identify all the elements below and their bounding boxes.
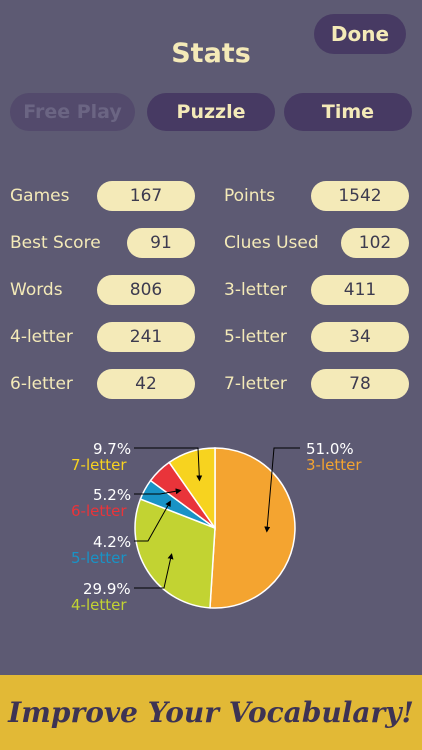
pie-percent-3-letter: 51.0% bbox=[306, 440, 354, 458]
four-letter-value: 241 bbox=[97, 322, 195, 352]
pie-category-6-letter: 6-letter bbox=[71, 502, 127, 520]
pie-percent-4-letter: 29.9% bbox=[83, 580, 131, 598]
pie-category-3-letter: 3-letter bbox=[306, 456, 362, 474]
pie-slice-3-letter bbox=[209, 447, 296, 609]
best-score-label: Best Score bbox=[10, 233, 101, 253]
promo-banner-text: Improve Your Vocabulary! bbox=[8, 696, 414, 729]
seven-letter-label: 7-letter bbox=[224, 374, 287, 394]
seven-letter-value: 78 bbox=[311, 369, 409, 399]
four-letter-label: 4-letter bbox=[10, 327, 73, 347]
tab-free-play[interactable]: Free Play bbox=[10, 93, 135, 131]
pie-percent-6-letter: 5.2% bbox=[93, 486, 132, 504]
clues-used-value: 102 bbox=[341, 228, 409, 258]
pie-percent-5-letter: 4.2% bbox=[93, 533, 132, 551]
pie-label-3-letter: 51.0% 3-letter bbox=[306, 441, 362, 473]
best-score-value: 91 bbox=[127, 228, 195, 258]
page-title: Stats bbox=[171, 38, 251, 69]
pie-percent-7-letter: 9.7% bbox=[93, 440, 132, 458]
games-value: 167 bbox=[97, 181, 195, 211]
mode-tabs: Free Play Puzzle Time bbox=[10, 93, 412, 131]
words-label: Words bbox=[10, 280, 63, 300]
word-length-pie-chart: 9.7% 7-letter 5.2% 6-letter 4.2% 5-lette… bbox=[0, 430, 422, 630]
pie-label-5-letter: 4.2% 5-letter bbox=[71, 534, 131, 566]
points-label: Points bbox=[224, 186, 276, 206]
six-letter-label: 6-letter bbox=[10, 374, 73, 394]
pie-category-4-letter: 4-letter bbox=[71, 596, 127, 614]
three-letter-label: 3-letter bbox=[224, 280, 287, 300]
points-value: 1542 bbox=[311, 181, 409, 211]
six-letter-value: 42 bbox=[97, 369, 195, 399]
games-label: Games bbox=[10, 186, 70, 206]
clues-used-label: Clues Used bbox=[224, 233, 319, 253]
three-letter-value: 411 bbox=[311, 275, 409, 305]
words-value: 806 bbox=[97, 275, 195, 305]
pie-label-7-letter: 9.7% 7-letter bbox=[71, 441, 131, 473]
tab-puzzle[interactable]: Puzzle bbox=[147, 93, 275, 131]
promo-banner[interactable]: Improve Your Vocabulary! bbox=[0, 675, 422, 750]
five-letter-value: 34 bbox=[311, 322, 409, 352]
pie-category-5-letter: 5-letter bbox=[71, 549, 127, 567]
tab-time[interactable]: Time bbox=[284, 93, 412, 131]
pie-category-7-letter: 7-letter bbox=[71, 456, 127, 474]
five-letter-label: 5-letter bbox=[224, 327, 287, 347]
pie-label-4-letter: 29.9% 4-letter bbox=[71, 581, 131, 613]
pie-label-6-letter: 5.2% 6-letter bbox=[71, 487, 131, 519]
